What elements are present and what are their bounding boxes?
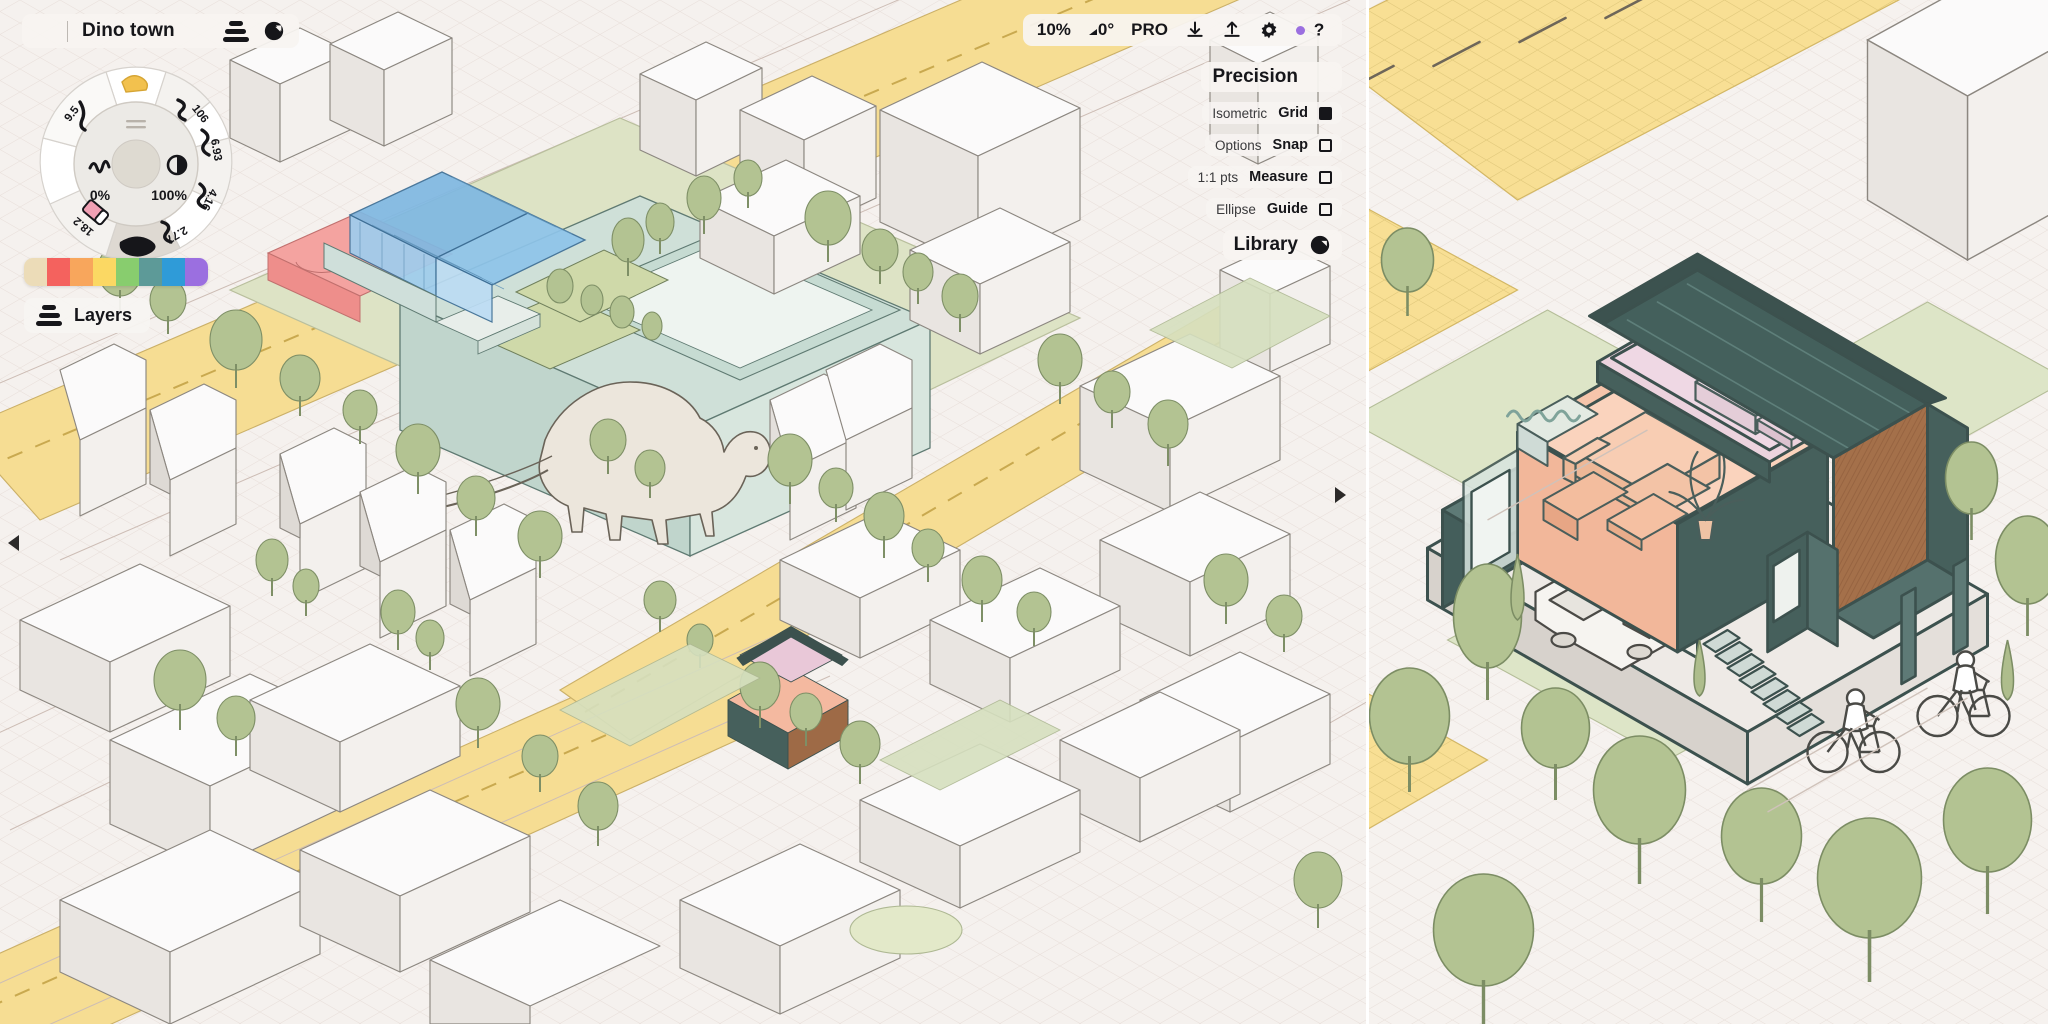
radial-tool-dial[interactable]: 0% 100% 9.5 106 6.93 4.16 2.77 18.2 <box>28 56 244 272</box>
download-icon[interactable] <box>1185 20 1205 40</box>
precision-header[interactable]: Precision <box>1201 62 1342 92</box>
precision-row-measure-sub: 1:1 pts <box>1197 169 1239 185</box>
guide-checkbox[interactable] <box>1319 202 1332 216</box>
library-label: Library <box>1233 234 1298 255</box>
swatch-red[interactable] <box>47 258 70 286</box>
precision-row-snap-label: Snap <box>1272 137 1308 153</box>
shape-object-icon <box>1309 234 1331 256</box>
stacked-layers-icon[interactable] <box>222 20 249 42</box>
dots-grid-icon[interactable] <box>189 21 209 41</box>
precision-row-measure[interactable]: 1:1 pts Measure <box>1187 166 1342 188</box>
angle-icon <box>1088 29 1097 35</box>
precision-row-guide[interactable]: Ellipse Guide <box>1206 198 1342 220</box>
expand-right-arrow[interactable] <box>1335 487 1346 503</box>
gear-icon[interactable] <box>1259 20 1279 40</box>
library-button[interactable]: Library <box>1222 230 1342 260</box>
precision-row-snap[interactable]: Options Snap <box>1205 134 1342 156</box>
swatch-teal[interactable] <box>139 258 162 286</box>
color-palette[interactable] <box>24 258 208 286</box>
precision-row-guide-sub: Ellipse <box>1216 201 1256 217</box>
dots-grid-icon[interactable] <box>1311 67 1331 87</box>
question-mark-icon: ? <box>1314 20 1325 39</box>
precision-row-snap-sub: Options <box>1215 137 1262 153</box>
house-cutaway-drawing <box>1369 0 2048 1024</box>
swatch-green[interactable] <box>116 258 139 286</box>
swatch-yellow[interactable] <box>93 258 116 286</box>
document-title[interactable]: Dino town <box>82 20 175 42</box>
precision-row-grid-label: Grid <box>1278 105 1308 121</box>
highlighter-icon <box>121 75 149 93</box>
layers-button[interactable]: Layers <box>24 298 151 333</box>
precision-row-grid-sub: Isometric <box>1212 105 1268 121</box>
toolbar-divider <box>67 20 68 42</box>
measure-checkbox[interactable] <box>1319 170 1332 184</box>
stacked-layers-icon <box>36 305 62 326</box>
grid-checkbox[interactable] <box>1319 106 1332 120</box>
layers-button-label: Layers <box>74 305 133 325</box>
isometric-house-cutaway-canvas[interactable] <box>1366 0 2048 1024</box>
upload-icon[interactable] <box>1222 20 1242 40</box>
swatch-blue[interactable] <box>162 258 185 286</box>
swatch-cream[interactable] <box>24 258 47 286</box>
notification-dot <box>1296 25 1305 35</box>
precision-row-grid[interactable]: Isometric Grid <box>1202 102 1342 124</box>
pro-badge[interactable]: PRO <box>1131 20 1168 40</box>
isometric-city-map-canvas[interactable]: Dino town 0% 100% 9.5 106 6.93 4.16 2.77… <box>0 0 1366 1024</box>
top-right-toolbar: 10% 0° PRO ? <box>1022 14 1342 46</box>
shape-object-icon[interactable] <box>263 20 285 42</box>
dial-max-label: 100% <box>151 187 187 203</box>
precision-panel: Precision Isometric Grid Options Snap 1:… <box>1187 62 1342 260</box>
precision-row-guide-label: Guide <box>1266 201 1308 217</box>
collapse-left-arrow[interactable] <box>8 535 19 551</box>
grid-four-squares-icon[interactable] <box>32 21 53 42</box>
swatch-orange[interactable] <box>70 258 93 286</box>
help-button[interactable]: ? <box>1296 20 1328 40</box>
swatch-purple[interactable] <box>185 258 208 286</box>
app-root: Dino town 0% 100% 9.5 106 6.93 4.16 2.77… <box>0 0 2048 1024</box>
zoom-level[interactable]: 10% <box>1037 20 1071 40</box>
svg-text:?: ? <box>1314 20 1325 39</box>
top-left-toolbar: Dino town <box>22 14 299 48</box>
snap-checkbox[interactable] <box>1319 138 1332 152</box>
precision-row-measure-label: Measure <box>1249 169 1308 185</box>
view-angle[interactable]: 0° <box>1088 20 1114 40</box>
precision-title: Precision <box>1212 66 1298 87</box>
radial-dial-drawing[interactable]: 0% 100% 9.5 106 6.93 4.16 2.77 18.2 <box>28 56 244 272</box>
